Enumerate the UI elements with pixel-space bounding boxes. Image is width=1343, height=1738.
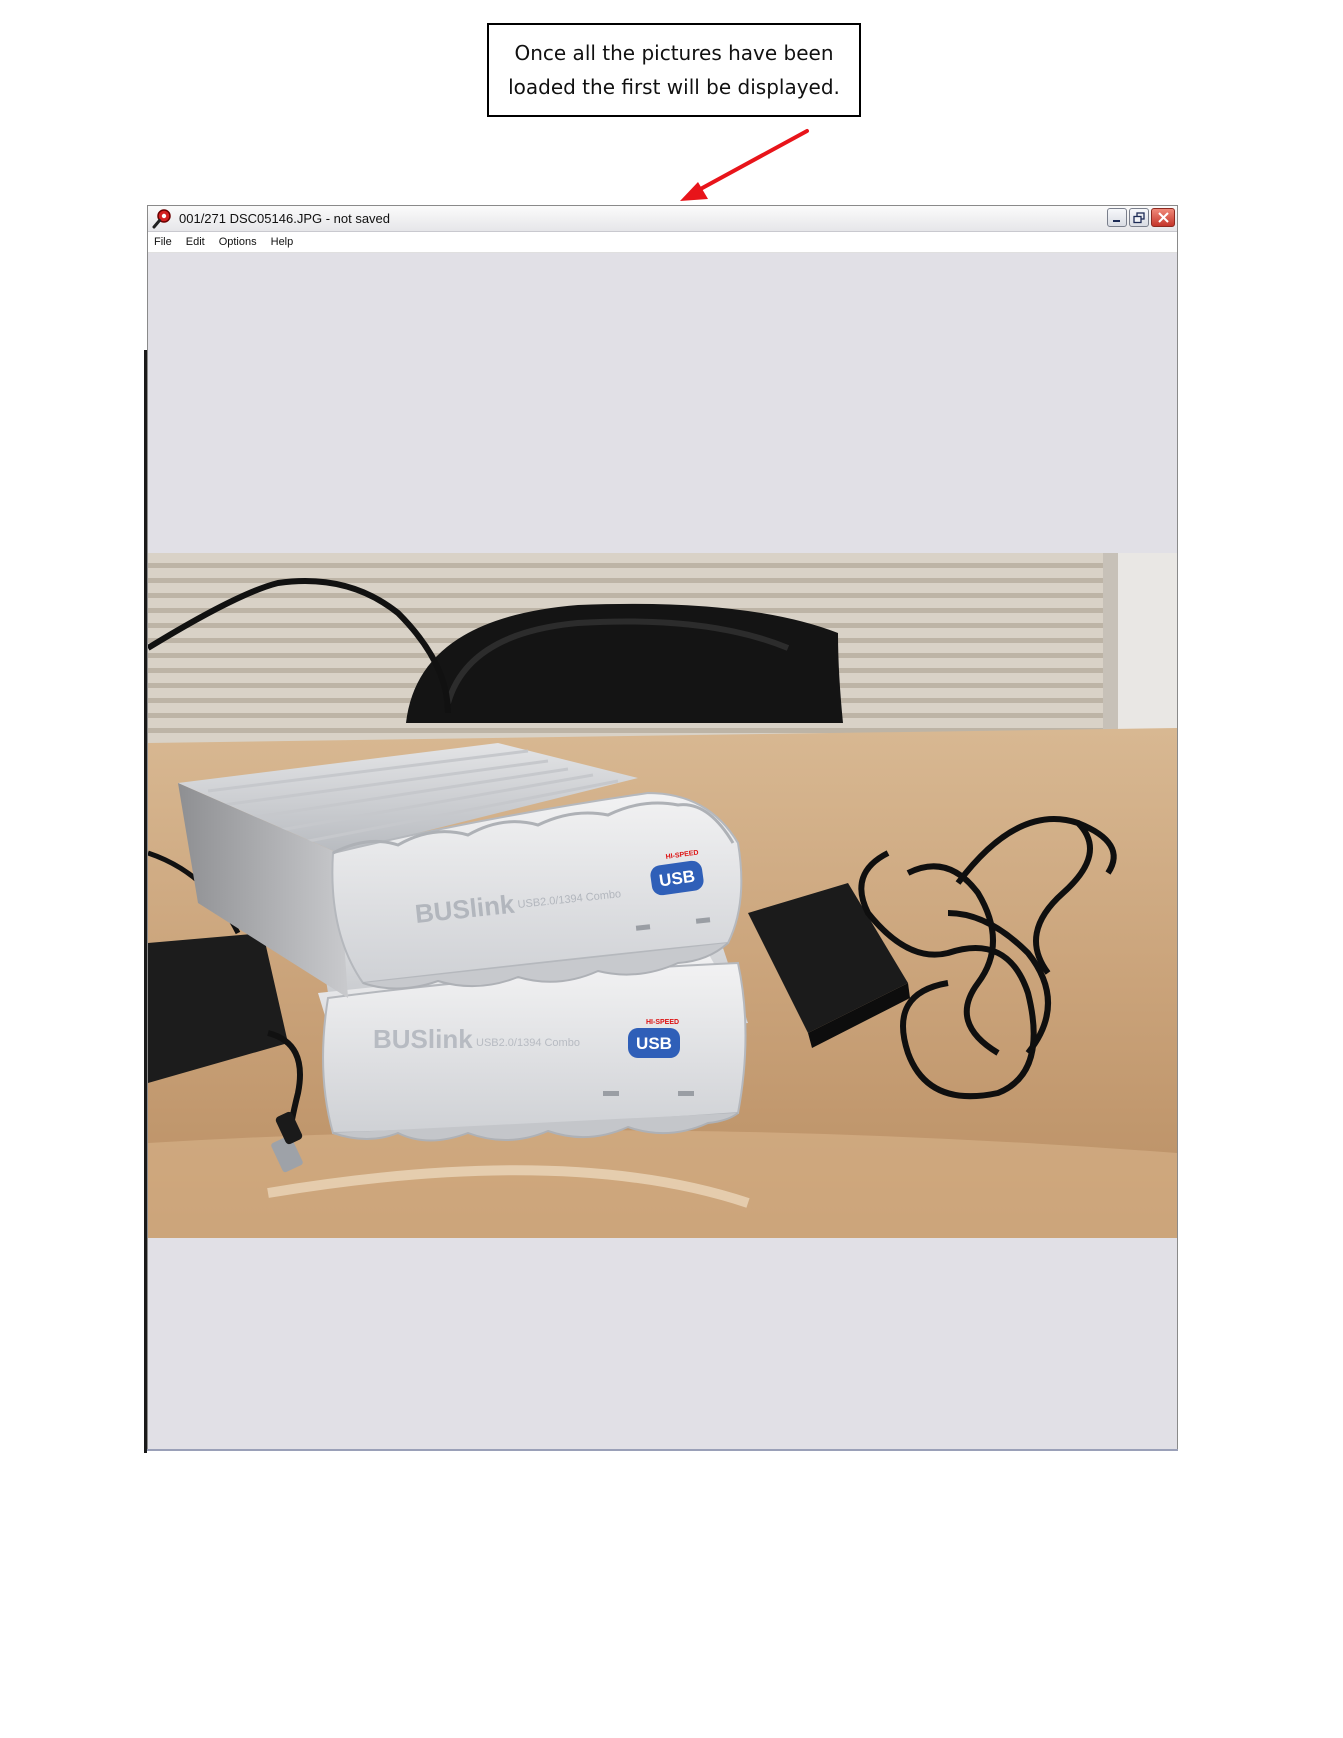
image-viewport[interactable]: BUSlink USB2.0/1394 Combo USB HI-SPEED B… (148, 253, 1177, 1449)
title-bar[interactable]: 001/271 DSC05146.JPG - not saved (148, 206, 1177, 232)
restore-icon (1133, 211, 1145, 223)
minimize-button[interactable] (1107, 208, 1127, 227)
menu-help[interactable]: Help (264, 236, 301, 248)
model-bottom: USB2.0/1394 Combo (476, 1037, 580, 1049)
window-bottom-edge (147, 1449, 1178, 1451)
brand-bottom: BUSlink (373, 1024, 473, 1054)
minimize-icon (1113, 219, 1120, 222)
menu-file[interactable]: File (148, 236, 179, 248)
pointer-arrow (680, 129, 809, 201)
menu-options[interactable]: Options (212, 236, 264, 248)
close-icon (1157, 212, 1169, 223)
usb-logo-bottom: USB (636, 1034, 672, 1053)
image-viewer-window: 001/271 DSC05146.JPG - not saved File Ed… (147, 205, 1178, 1450)
close-button[interactable] (1151, 208, 1175, 227)
menu-bar: File Edit Options Help (148, 232, 1177, 253)
photo-render: BUSlink USB2.0/1394 Combo USB HI-SPEED B… (148, 553, 1177, 1238)
window-title: 001/271 DSC05146.JPG - not saved (179, 211, 391, 226)
usb-badge-bottom: HI-SPEED (646, 1019, 679, 1026)
magnifier-icon (152, 208, 171, 228)
menu-edit[interactable]: Edit (179, 236, 212, 248)
displayed-photo: BUSlink USB2.0/1394 Combo USB HI-SPEED B… (148, 553, 1177, 1238)
restore-button[interactable] (1129, 208, 1149, 227)
